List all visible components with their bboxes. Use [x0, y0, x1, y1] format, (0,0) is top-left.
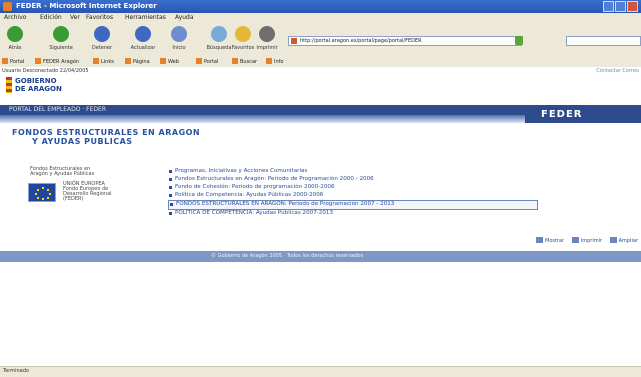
feder-banner: FEDER — [525, 105, 641, 123]
maximize-button[interactable] — [615, 1, 626, 12]
link-item[interactable]: Info — [266, 58, 283, 65]
link-item[interactable]: Página — [125, 58, 150, 65]
eu-caption: Fondos Estructurales en Aragón y Ayudas … — [30, 166, 95, 177]
logo-text: GOBIERNO DE ARAGON — [15, 77, 62, 93]
link-item[interactable]: Web — [160, 58, 179, 65]
window-controls — [603, 1, 638, 12]
link-item[interactable]: Portal — [2, 58, 24, 65]
home-icon — [171, 26, 187, 42]
list-item[interactable]: Fondo de Cohesión: Periodo de programaci… — [168, 184, 538, 192]
show-link[interactable]: Mostrar — [536, 237, 564, 244]
link-item[interactable]: FEDER Aragón — [35, 58, 79, 65]
minimize-button[interactable] — [603, 1, 614, 12]
eu-flag-icon — [28, 183, 56, 202]
feder-label: FEDER — [541, 109, 583, 120]
menu-favoritos[interactable]: Favoritos — [86, 14, 113, 21]
program-menu: Programas, Iniciativas y Acciones Comuni… — [168, 168, 538, 218]
top-links[interactable]: Contactar Correo — [596, 68, 639, 74]
footer-text: © Gobierno de Aragón 2005 · Todos los de… — [211, 253, 364, 259]
site-header: Usuario Desconectado 22/04/2005 GOBIERNO… — [0, 67, 641, 107]
window-title: FEDER - Microsoft Internet Explorer — [16, 2, 157, 10]
address-field[interactable]: http://portal.aragon.es/portal/page/port… — [288, 36, 522, 46]
print-button[interactable]: Imprimir — [254, 26, 280, 51]
header-band — [0, 115, 525, 123]
nav-breadcrumb[interactable]: PORTAL DEL EMPLEADO · FEDER — [9, 106, 106, 113]
menu-herramientas[interactable]: Herramientas — [125, 14, 166, 21]
list-item-selected[interactable]: FONDOS ESTRUCTURALES EN ARAGÓN: Periodo … — [168, 200, 538, 210]
refresh-icon — [135, 26, 151, 42]
list-item[interactable]: Fondos Estructurales en Aragón: Periodo … — [168, 176, 538, 184]
home-button[interactable]: Inicio — [166, 26, 192, 51]
close-button[interactable] — [627, 1, 638, 12]
search-button[interactable]: Búsqueda — [206, 26, 232, 51]
list-item[interactable]: Programas, Iniciativas y Acciones Comuni… — [168, 168, 538, 176]
search-input[interactable] — [566, 36, 641, 46]
forward-arrow-icon — [53, 26, 69, 42]
search-icon — [211, 26, 227, 42]
stop-button[interactable]: Detener — [89, 26, 115, 51]
back-button[interactable]: Atrás — [2, 26, 28, 51]
page-icon — [291, 38, 297, 44]
favorites-button[interactable]: Favoritos — [230, 26, 256, 51]
status-bar: Terminado — [0, 366, 641, 377]
browser-icon — [3, 2, 12, 11]
menu-archivo[interactable]: Archivo — [4, 14, 26, 21]
print-icon — [259, 26, 275, 42]
enlarge-link[interactable]: Ampliar — [610, 237, 638, 244]
stop-icon — [94, 26, 110, 42]
eu-fund-label: UNIÓN EUROPEA Fondo Europeo de Desarroll… — [63, 181, 112, 202]
browser-toolbar: Atrás Siguiente Detener Actualizar Inici… — [0, 24, 641, 57]
refresh-button[interactable]: Actualizar — [130, 26, 156, 51]
window-titlebar: FEDER - Microsoft Internet Explorer — [0, 0, 641, 13]
page-actions: Mostrar Imprimir Ampliar — [530, 237, 638, 244]
user-info: Usuario Desconectado 22/04/2005 — [2, 68, 89, 74]
link-item[interactable]: Buscar — [232, 58, 257, 65]
menu-ayuda[interactable]: Ayuda — [175, 14, 194, 21]
link-item[interactable]: Links — [93, 58, 114, 65]
aragon-logo — [6, 77, 12, 93]
list-item[interactable]: POLÍTICA DE COMPETENCIA: Ayudas Públicas… — [168, 210, 538, 218]
status-text: Terminado — [3, 368, 29, 374]
favorites-icon — [235, 26, 251, 42]
menu-ver[interactable]: Ver — [70, 14, 80, 21]
go-button[interactable]: Ir — [515, 36, 523, 45]
list-item[interactable]: Política de Competencia: Ayudas Públicas… — [168, 192, 538, 200]
site-footer: © Gobierno de Aragón 2005 · Todos los de… — [0, 251, 641, 262]
forward-button[interactable]: Siguiente — [48, 26, 74, 51]
back-arrow-icon — [7, 26, 23, 42]
menu-edicion[interactable]: Edición — [40, 14, 62, 21]
link-item[interactable]: Portal — [196, 58, 218, 65]
page-title: FONDOS ESTRUCTURALES EN ARAGON Y AYUDAS … — [12, 128, 201, 146]
print-link[interactable]: Imprimir — [572, 237, 602, 244]
